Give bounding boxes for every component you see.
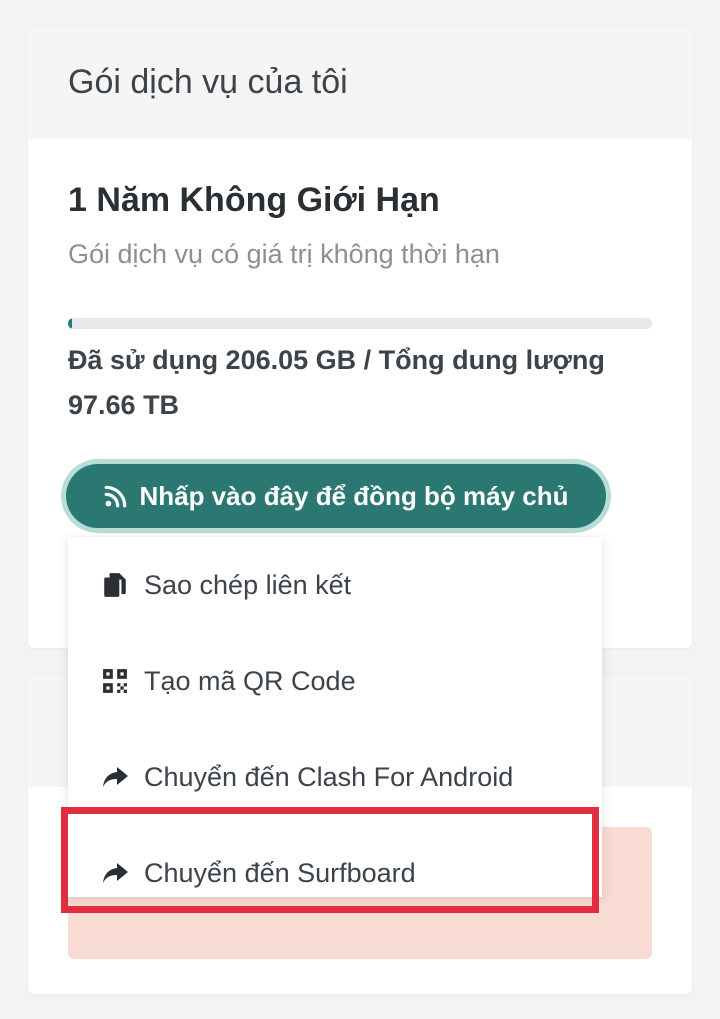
menu-item-qr-code[interactable]: Tạo mã QR Code xyxy=(68,633,602,729)
menu-item-copy-link[interactable]: Sao chép liên kết xyxy=(68,537,602,633)
usage-text: Đã sử dụng 206.05 GB / Tổng dung lượng 9… xyxy=(68,345,605,420)
highlight-annotation-box xyxy=(61,807,599,913)
menu-item-label[interactable]: Sao chép liên kết xyxy=(144,570,351,601)
copy-icon xyxy=(100,570,130,600)
usage-progress-fill xyxy=(68,318,72,329)
sync-button-label[interactable]: Nhấp vào đây để đồng bộ máy chủ xyxy=(139,481,568,512)
plan-name: 1 Năm Không Giới Hạn xyxy=(68,181,440,219)
menu-item-label[interactable]: Chuyển đến Clash For Android xyxy=(144,762,513,793)
sync-servers-button[interactable]: Nhấp vào đây để đồng bộ máy chủ xyxy=(66,464,606,528)
menu-item-label[interactable]: Tạo mã QR Code xyxy=(144,666,356,697)
share-icon xyxy=(100,762,130,792)
rss-icon xyxy=(105,485,127,508)
qrcode-icon xyxy=(100,666,130,696)
plan-description: Gói dịch vụ có giá trị không thời hạn xyxy=(68,239,500,269)
card-title: Gói dịch vụ của tôi xyxy=(68,63,348,101)
usage-progress-bar xyxy=(68,318,652,329)
card-header: Gói dịch vụ của tôi xyxy=(28,28,692,139)
